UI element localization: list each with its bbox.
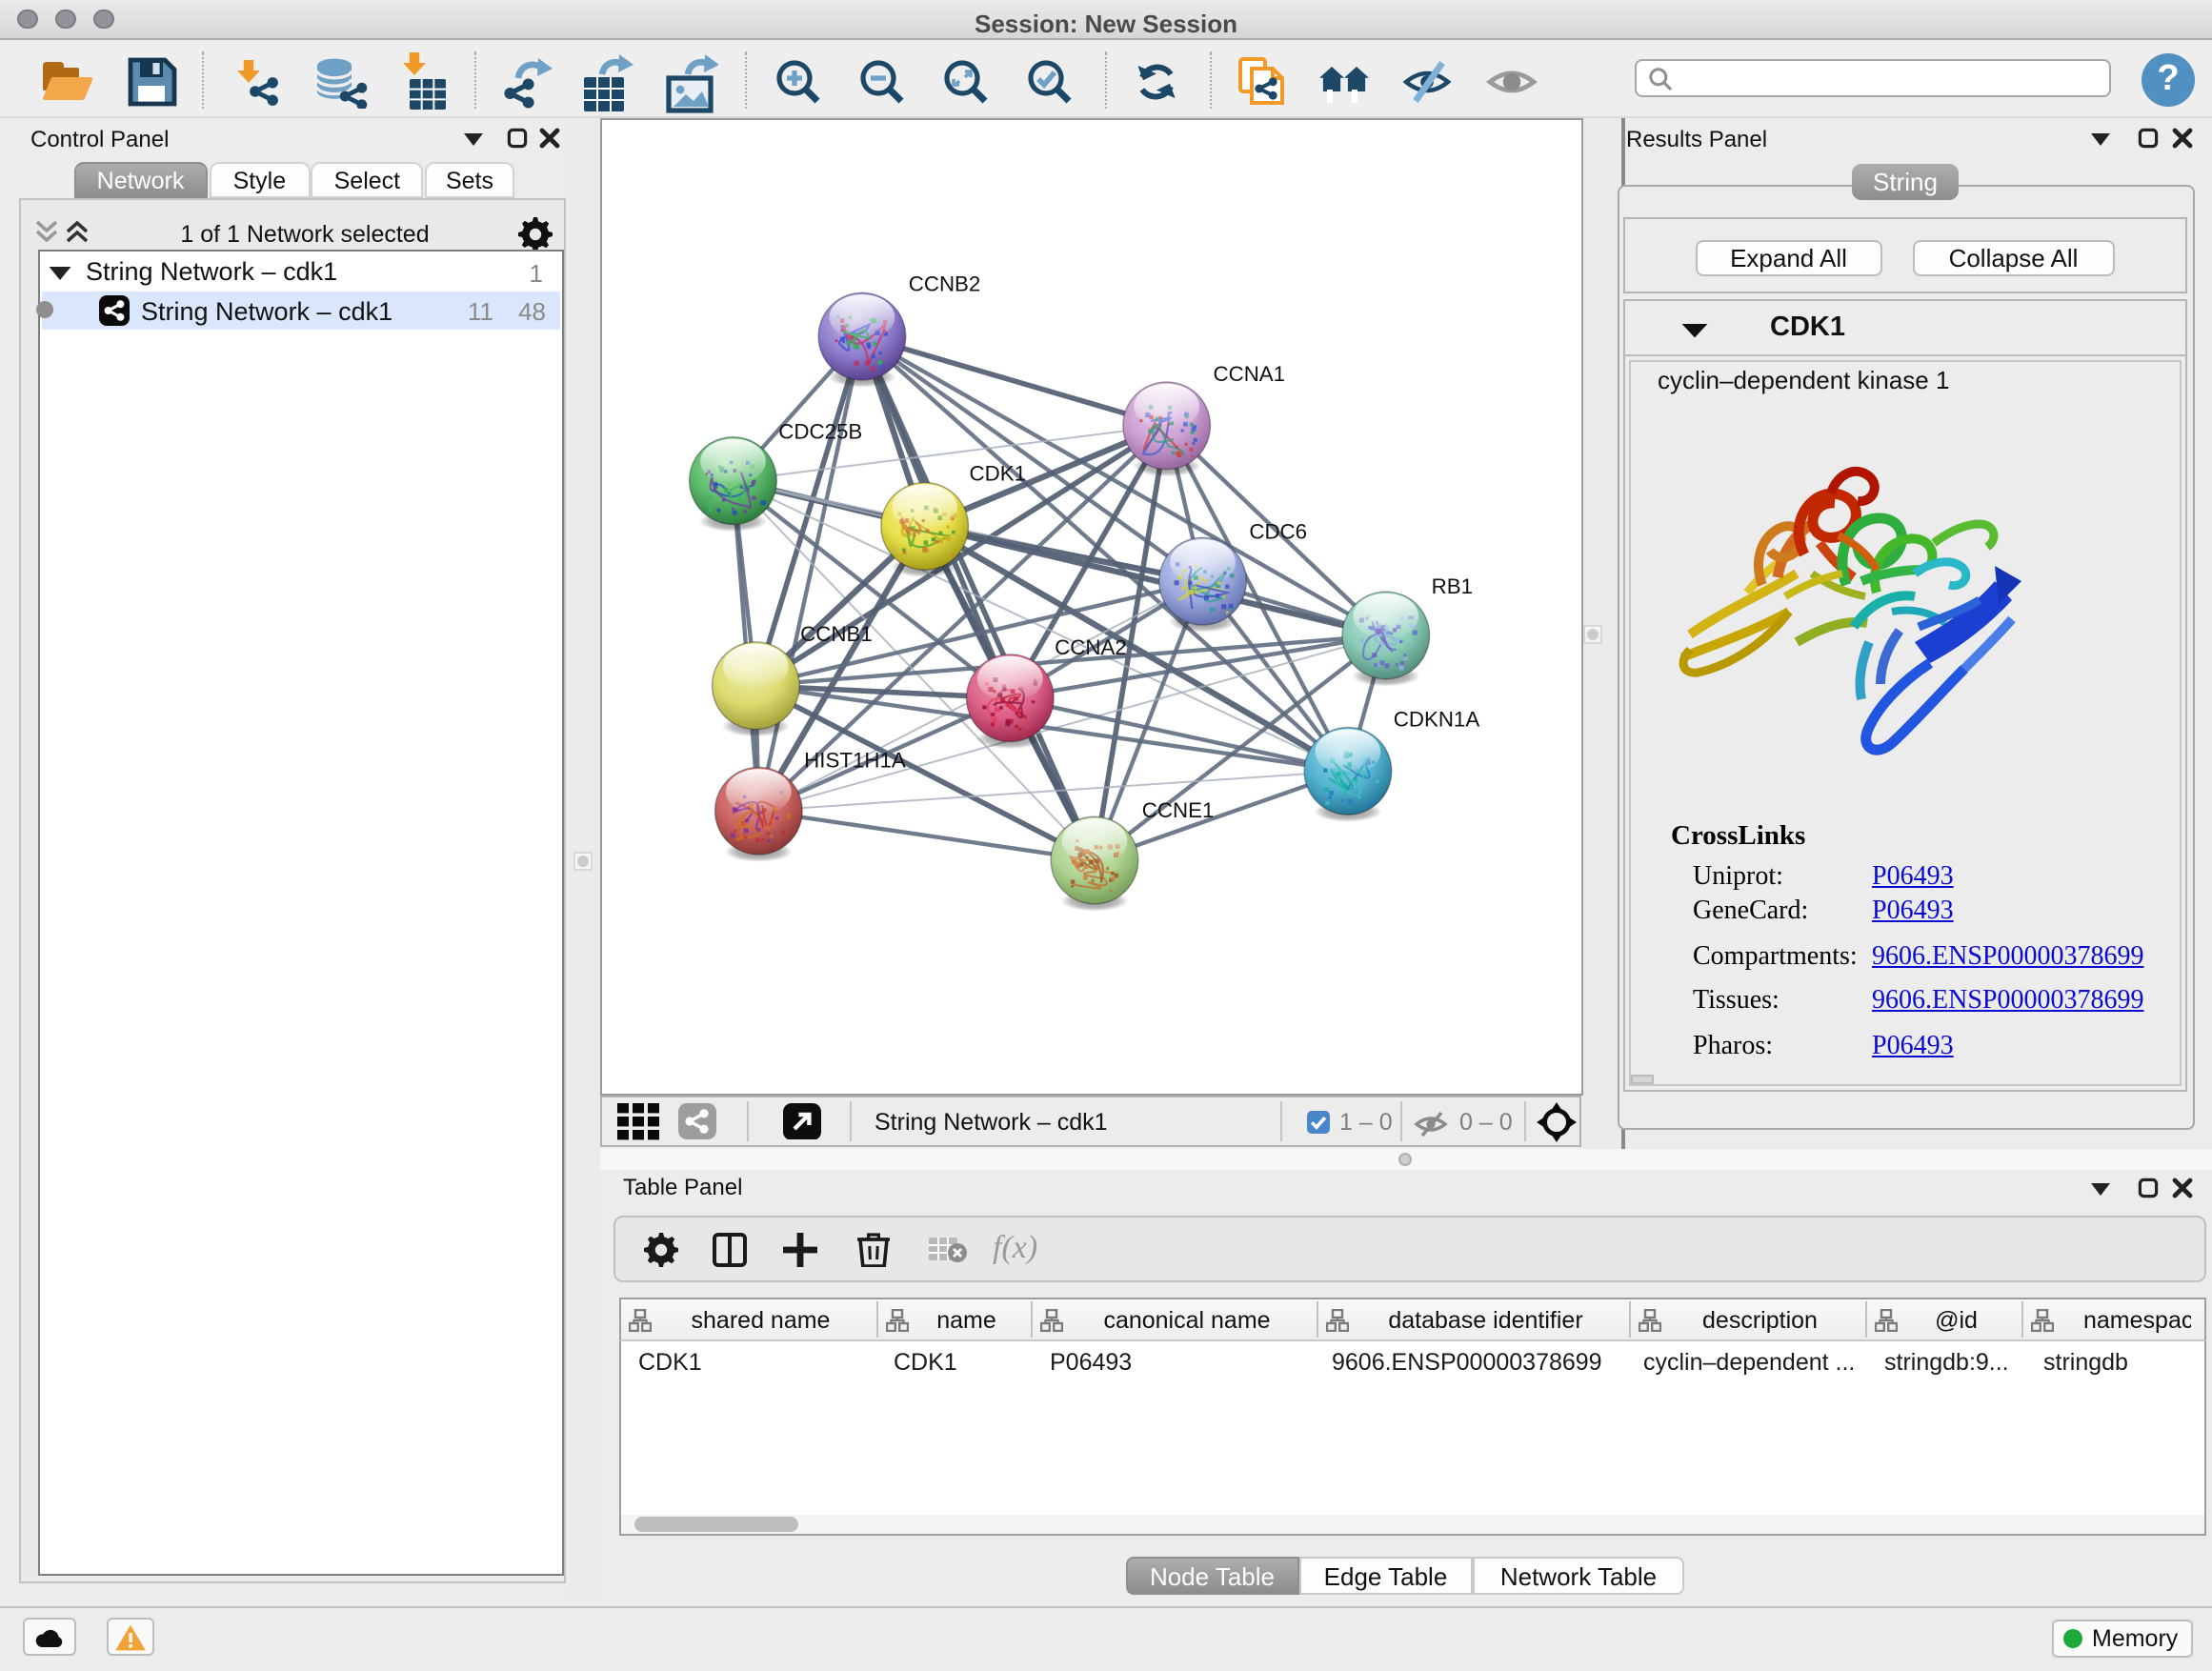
svg-text:RB1: RB1	[1431, 574, 1472, 598]
svg-text:CDC6: CDC6	[1248, 519, 1306, 543]
svg-text:CCNE1: CCNE1	[1141, 798, 1214, 822]
svg-text:CDC25B: CDC25B	[777, 420, 861, 444]
svg-text:CCNA2: CCNA2	[1054, 635, 1126, 659]
svg-text:CDKN1A: CDKN1A	[1393, 708, 1479, 732]
svg-text:CCNA1: CCNA1	[1213, 362, 1285, 386]
svg-text:HIST1H1A: HIST1H1A	[803, 748, 905, 772]
svg-text:CCNB1: CCNB1	[799, 622, 872, 646]
svg-text:CDK1: CDK1	[969, 462, 1025, 486]
svg-text:CCNB2: CCNB2	[908, 272, 980, 295]
